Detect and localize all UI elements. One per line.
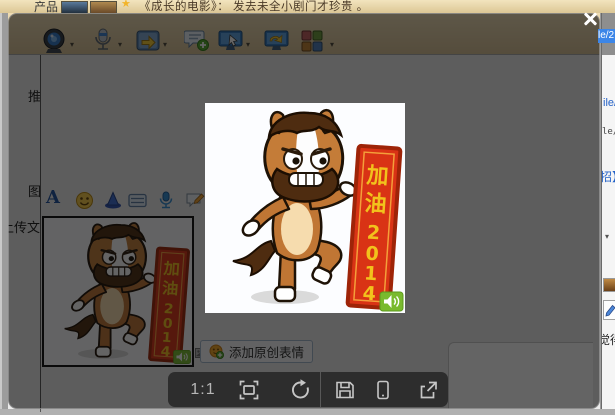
dropdown-caret-fragment[interactable]: ▾ (605, 232, 609, 241)
signature-text: 《成长的电影》： 发去未全小剧门才珍贵 。 (139, 0, 369, 13)
path-fragment: le/2 (602, 127, 615, 137)
edit-pencil-button-fragment[interactable] (603, 300, 615, 320)
link-fragment[interactable]: ile/ (603, 97, 615, 109)
viewer-toolbar: 1:1 (168, 372, 448, 407)
fit-screen-icon[interactable] (237, 372, 261, 407)
page-right-edge: ile/ le/2 招】 ▾ 觉得 (601, 13, 615, 409)
link-fragment[interactable]: 招】 (601, 168, 615, 185)
chat-title-strip: 产品 ★ 《成长的电影》： 发去未全小剧门才珍贵 。 (0, 0, 615, 13)
viewed-image[interactable] (205, 103, 405, 313)
actual-size-button[interactable]: 1:1 (186, 372, 220, 407)
mini-thumbnail-fragment[interactable] (603, 278, 615, 292)
save-icon[interactable] (333, 372, 357, 407)
rotate-icon[interactable] (288, 372, 312, 407)
toolbar-divider (320, 372, 321, 407)
close-icon[interactable] (581, 10, 599, 28)
window-left-edge (0, 13, 8, 409)
product-label: 产品 (34, 0, 58, 13)
chat-image-thumb (90, 1, 117, 13)
text-fragment: 觉得 (601, 331, 615, 348)
chat-avatar (61, 1, 88, 13)
selected-text-fragment: le/2 (598, 29, 615, 43)
share-icon[interactable] (416, 372, 440, 407)
window-bottom-edge (0, 409, 615, 415)
send-to-device-icon[interactable] (371, 372, 395, 407)
star-icon: ★ (121, 0, 131, 10)
